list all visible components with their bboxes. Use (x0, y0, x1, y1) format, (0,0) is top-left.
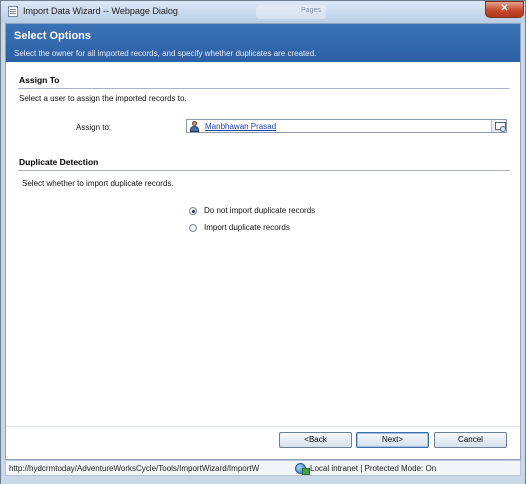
title-bar: Import Data Wizard -- Webpage Dialog Pag… (1, 1, 525, 23)
status-url: http://hydcrmtoday/AdventureWorksCycle/T… (9, 464, 260, 473)
radio-do-not-import-duplicates-label[interactable]: Do not import duplicate records (204, 206, 315, 215)
assign-to-heading: Assign To (18, 75, 510, 89)
duplicate-detection-description: Select whether to import duplicate recor… (22, 179, 174, 188)
assign-to-lookup[interactable]: Manbhawan Prasad (186, 119, 507, 133)
background-tab-label: Pages (301, 7, 321, 14)
status-bar: http://hydcrmtoday/AdventureWorksCycle/T… (5, 460, 521, 476)
next-button[interactable]: Next> (356, 432, 429, 448)
footer-divider (6, 426, 520, 427)
globe-icon (295, 463, 310, 475)
window-bottom-frame (1, 477, 525, 484)
radio-import-duplicates[interactable] (189, 224, 197, 232)
duplicate-detection-heading: Duplicate Detection (18, 157, 510, 171)
close-button[interactable]: ✕ (485, 1, 524, 18)
assign-to-description: Select a user to assign the imported rec… (19, 94, 187, 103)
user-icon (190, 121, 199, 132)
cancel-button[interactable]: Cancel (434, 432, 507, 448)
header-banner: Select Options Select the owner for all … (6, 24, 520, 62)
assign-to-label: Assign to: (76, 123, 112, 132)
dialog-content: Select Options Select the owner for all … (5, 23, 521, 460)
dialog-window: Import Data Wizard -- Webpage Dialog Pag… (0, 0, 526, 484)
security-zone: Local intranet | Protected Mode: On (310, 464, 437, 473)
window-title: Import Data Wizard -- Webpage Dialog (23, 6, 178, 16)
close-icon: ✕ (500, 3, 509, 14)
page-title: Select Options (14, 30, 92, 42)
radio-import-duplicates-label[interactable]: Import duplicate records (204, 223, 290, 232)
page-icon (8, 6, 18, 17)
page-subtitle: Select the owner for all imported record… (14, 49, 317, 58)
assigned-user-link[interactable]: Manbhawan Prasad (205, 122, 276, 131)
back-button[interactable]: <Back (279, 432, 352, 448)
lookup-icon[interactable] (491, 120, 506, 132)
radio-do-not-import-duplicates[interactable] (189, 207, 197, 215)
